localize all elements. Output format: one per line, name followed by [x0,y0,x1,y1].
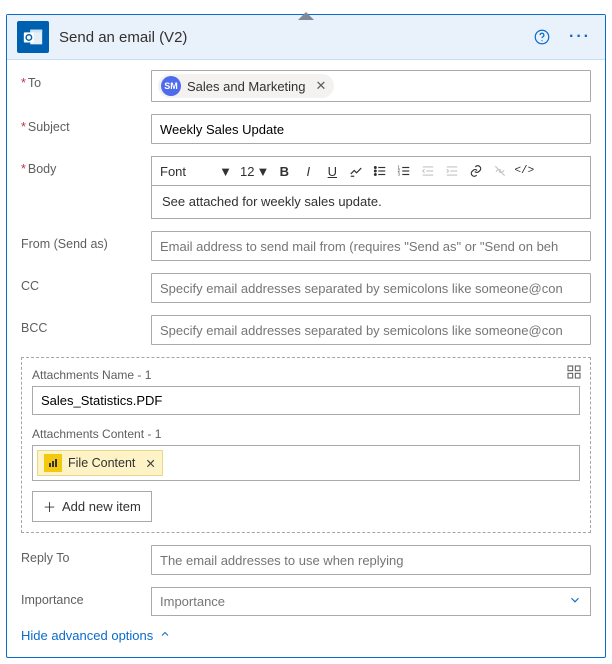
indent-button[interactable] [441,160,463,182]
subject-field[interactable] [151,114,591,144]
recipient-name: Sales and Marketing [187,79,306,94]
connector-tail [298,12,314,20]
to-field[interactable]: SM Sales and Marketing ✕ [151,70,591,102]
recipient-chip[interactable]: SM Sales and Marketing ✕ [158,74,334,98]
from-field[interactable] [151,231,591,261]
avatar: SM [161,76,181,96]
italic-button[interactable]: I [297,160,319,182]
subject-label: *Subject [21,114,151,134]
add-item-button[interactable]: ＋ Add new item [32,491,152,522]
bcc-field[interactable] [151,315,591,345]
card-header: Send an email (V2) ··· [7,15,605,60]
reply-to-label: Reply To [21,545,151,565]
from-label: From (Send as) [21,231,151,251]
attachment-content-field[interactable]: File Content ✕ [32,445,580,481]
menu-icon[interactable]: ··· [565,24,595,50]
svg-text:3: 3 [398,172,401,177]
cc-input[interactable] [158,280,584,297]
bcc-input[interactable] [158,322,584,339]
importance-select[interactable]: Importance [151,587,591,616]
card-title: Send an email (V2) [59,29,519,46]
bulleted-list-button[interactable] [369,160,391,182]
powerbi-icon [44,454,62,472]
outlook-icon [17,21,49,53]
remove-token-icon[interactable]: ✕ [145,456,155,471]
importance-label: Importance [21,587,151,607]
bold-button[interactable]: B [273,160,295,182]
reply-to-field[interactable] [151,545,591,575]
action-card: Send an email (V2) ··· *To SM Sales and … [6,14,606,658]
outdent-button[interactable] [417,160,439,182]
numbered-list-button[interactable]: 123 [393,160,415,182]
attachment-name-label: Attachments Name - 1 [32,368,580,382]
attachment-name-input[interactable] [32,386,580,415]
card-body: *To SM Sales and Marketing ✕ *Subject [7,60,605,657]
plus-icon: ＋ [43,497,56,516]
chevron-up-icon [159,628,171,643]
attachment-content-label: Attachments Content - 1 [32,427,580,441]
font-size-select[interactable]: 12 ▼ [238,164,271,179]
font-select[interactable]: Font ▼ [156,162,236,181]
token-label: File Content [68,456,135,470]
from-input[interactable] [158,238,584,255]
chevron-down-icon: ▼ [219,164,232,179]
remove-recipient-icon[interactable]: ✕ [316,78,327,94]
underline-button[interactable]: U [321,160,343,182]
help-icon[interactable] [529,24,555,50]
editor-toolbar: Font ▼ 12 ▼ B I U [151,156,591,185]
reply-to-input[interactable] [158,552,584,569]
chevron-down-icon: ▼ [256,164,269,179]
unlink-button[interactable] [489,160,511,182]
body-editor[interactable]: See attached for weekly sales update. [151,185,591,219]
bcc-label: BCC [21,315,151,335]
file-content-token[interactable]: File Content ✕ [37,450,163,476]
code-view-button[interactable]: </> [513,160,535,182]
attachments-section: Attachments Name - 1 Attachments Content… [21,357,591,533]
hide-advanced-link[interactable]: Hide advanced options [21,628,171,643]
cc-label: CC [21,273,151,293]
cc-field[interactable] [151,273,591,303]
switch-array-icon[interactable] [566,364,582,383]
chevron-down-icon [568,593,582,610]
link-button[interactable] [465,160,487,182]
body-label: *Body [21,156,151,176]
to-label: *To [21,70,151,90]
highlight-button[interactable] [345,160,367,182]
subject-input[interactable] [158,121,584,138]
